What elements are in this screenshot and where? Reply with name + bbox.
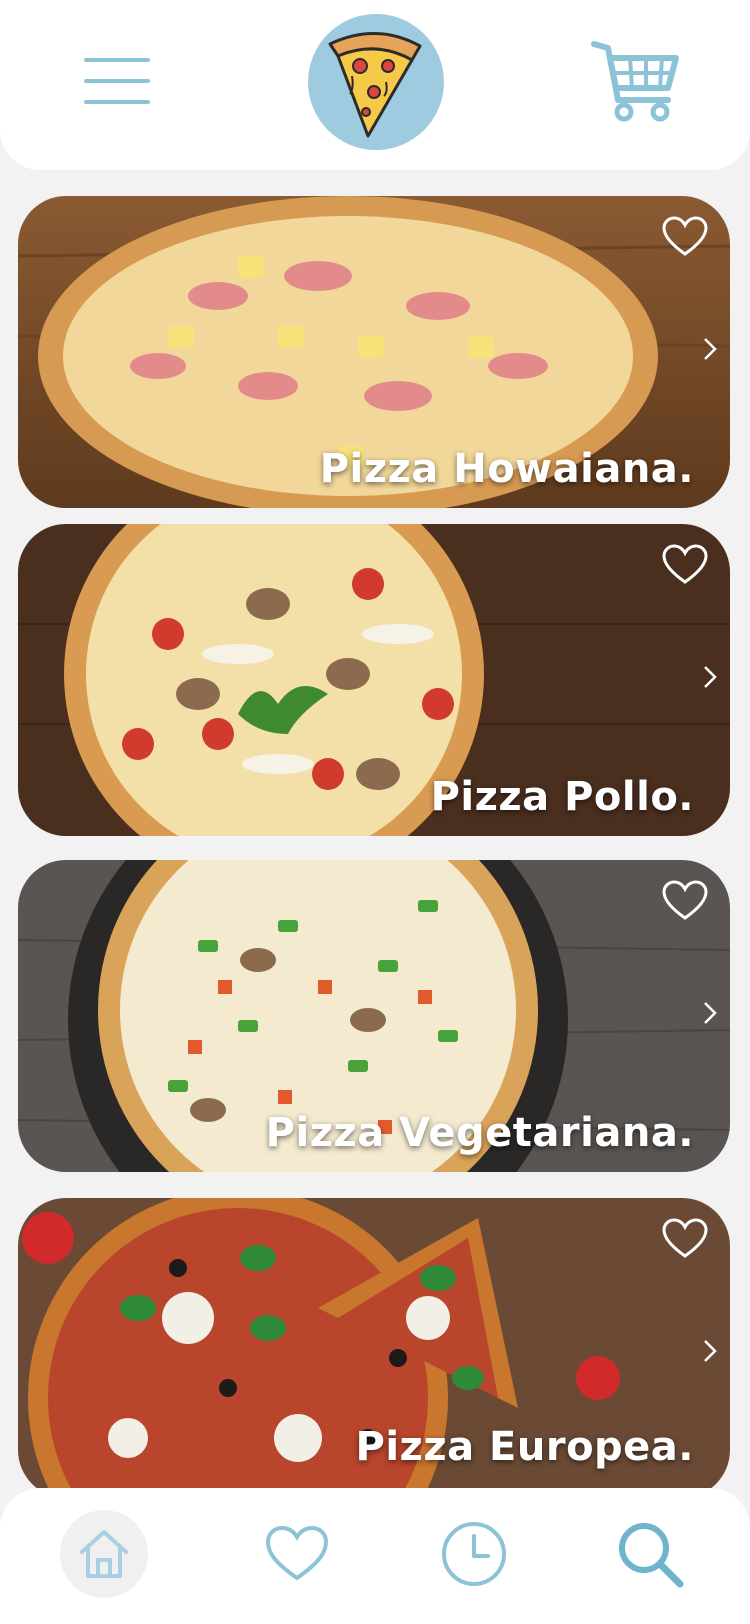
nav-favorites[interactable] (254, 1510, 342, 1598)
pizza-card-vegetariana[interactable]: Pizza Vegetariana. (18, 860, 730, 1172)
pizza-title: Pizza Pollo. (430, 774, 694, 820)
favorite-heart-icon[interactable] (662, 1218, 708, 1260)
chevron-right-icon[interactable] (702, 336, 718, 362)
pizza-card-pollo[interactable]: Pizza Pollo. (18, 524, 730, 836)
pizza-title: Pizza Europea. (355, 1424, 694, 1470)
chevron-right-icon[interactable] (702, 1000, 718, 1026)
clock-icon (442, 1522, 506, 1586)
nav-history[interactable] (430, 1510, 518, 1598)
favorite-heart-icon[interactable] (662, 216, 708, 258)
pizza-card-europea[interactable]: Pizza Europea. (18, 1198, 730, 1498)
pizza-title: Pizza Howaiana. (319, 446, 694, 492)
heart-icon (265, 1525, 329, 1581)
chevron-right-icon[interactable] (702, 664, 718, 690)
bottom-navigation (0, 1488, 750, 1624)
home-icon (80, 1530, 128, 1578)
top-header (0, 0, 750, 170)
favorite-heart-icon[interactable] (662, 544, 708, 586)
pizza-title: Pizza Vegetariana. (265, 1110, 694, 1156)
pizza-card-hawaiana[interactable]: Pizza Howaiana. (18, 196, 730, 508)
search-icon (619, 1523, 684, 1588)
nav-home[interactable] (60, 1510, 148, 1598)
menu-button[interactable] (84, 56, 150, 106)
shopping-cart-icon[interactable] (590, 38, 680, 124)
nav-search[interactable] (606, 1510, 694, 1598)
pizza-logo-icon[interactable] (308, 14, 444, 150)
chevron-right-icon[interactable] (702, 1338, 718, 1364)
favorite-heart-icon[interactable] (662, 880, 708, 922)
